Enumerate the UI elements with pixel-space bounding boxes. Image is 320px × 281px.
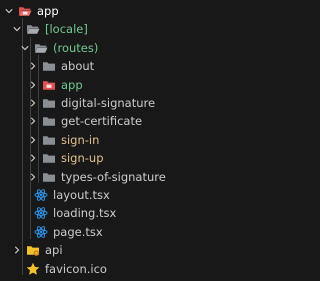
file-explorer-tree: app [locale] (routes) about app digital-signa… bbox=[0, 0, 281, 281]
tree-item-get-certificate[interactable]: get-certificate bbox=[0, 112, 281, 130]
chevron-down-icon[interactable] bbox=[20, 43, 30, 53]
tree-item-label: [locale] bbox=[45, 22, 88, 37]
tree-item-label: about bbox=[61, 59, 95, 74]
tree-item-loading-tsx[interactable]: loading.tsx bbox=[0, 204, 281, 222]
chevron-right-icon[interactable] bbox=[28, 172, 38, 182]
tree-item-label: (routes) bbox=[53, 40, 99, 55]
tree-item-label: loading.tsx bbox=[53, 206, 117, 221]
tree-item-layout-tsx[interactable]: layout.tsx bbox=[0, 186, 281, 204]
tree-item-types-of-signature[interactable]: types-of-signature bbox=[0, 168, 281, 186]
tree-item-routes[interactable]: (routes) bbox=[0, 39, 281, 57]
chevron-down-icon[interactable] bbox=[12, 24, 22, 34]
folder-icon bbox=[42, 114, 56, 128]
tree-item-page-tsx[interactable]: page.tsx bbox=[0, 223, 281, 241]
tree-item-app[interactable]: app bbox=[0, 76, 281, 94]
favicon-star-icon bbox=[26, 262, 40, 276]
folder-icon bbox=[42, 151, 56, 165]
app-folder-open-icon bbox=[18, 4, 32, 18]
chevron-right-icon[interactable] bbox=[12, 245, 22, 255]
tree-item-about[interactable]: about bbox=[0, 57, 281, 75]
tree-item-digital-signature[interactable]: digital-signature bbox=[0, 94, 281, 112]
react-icon bbox=[34, 225, 48, 239]
react-icon bbox=[34, 188, 48, 202]
chevron-down-icon[interactable] bbox=[4, 6, 14, 16]
chevron-right-icon[interactable] bbox=[28, 61, 38, 71]
folder-icon bbox=[42, 133, 56, 147]
tree-item-label: app bbox=[61, 77, 83, 92]
tree-item-label: sign-in bbox=[61, 132, 100, 147]
tree-item-label: digital-signature bbox=[61, 96, 156, 110]
react-icon bbox=[34, 206, 48, 220]
chevron-right-icon[interactable] bbox=[28, 98, 38, 108]
tree-item-label: types-of-signature bbox=[61, 169, 166, 184]
tree-item-label: page.tsx bbox=[53, 224, 103, 239]
tree-item-label: layout.tsx bbox=[53, 188, 110, 202]
tree-item-favicon-ico[interactable]: favicon.ico bbox=[0, 260, 281, 278]
folder-icon bbox=[42, 96, 56, 110]
tree-item-sign-up[interactable]: sign-up bbox=[0, 149, 281, 167]
api-folder-icon bbox=[26, 243, 40, 257]
folder-icon bbox=[42, 170, 56, 184]
chevron-right-icon[interactable] bbox=[28, 153, 38, 163]
tree-item-locale[interactable]: [locale] bbox=[0, 20, 281, 38]
folder-open-icon bbox=[34, 41, 48, 55]
tree-item-label: app bbox=[37, 4, 59, 18]
folder-open-icon bbox=[26, 22, 40, 36]
tree-item-label: favicon.ico bbox=[45, 261, 107, 276]
tree-item-sign-in[interactable]: sign-in bbox=[0, 131, 281, 149]
tree-item-label: get-certificate bbox=[61, 114, 143, 129]
folder-icon bbox=[42, 59, 56, 73]
tree-item-app[interactable]: app bbox=[0, 2, 281, 20]
tree-item-api[interactable]: api bbox=[0, 241, 281, 259]
tree-item-label: sign-up bbox=[61, 151, 104, 166]
chevron-right-icon[interactable] bbox=[28, 135, 38, 145]
app-folder-icon bbox=[42, 78, 56, 92]
chevron-right-icon[interactable] bbox=[28, 116, 38, 126]
chevron-right-icon[interactable] bbox=[28, 80, 38, 90]
tree-item-label: api bbox=[45, 243, 63, 258]
